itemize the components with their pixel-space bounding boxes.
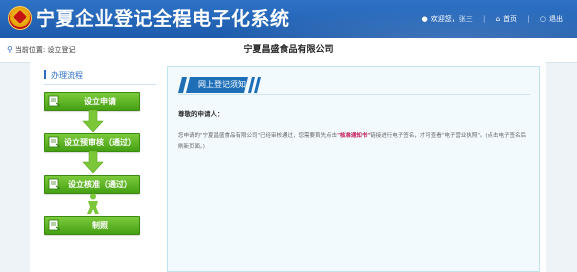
notice-box: 网上登记须知 尊敬的申请人： 您申请的"宁夏昌盛食品有限公司"已经审核通过，您需… [167,66,540,272]
down-arrow-icon [82,151,104,173]
divider: | [527,15,530,23]
flow-step-label: 设立核准（通过） [68,180,132,189]
flow-title: 办理流程 [44,70,83,82]
logout-link[interactable]: ○ 退出 [540,15,563,23]
breadcrumb-current[interactable]: 设立登记 [47,46,75,54]
national-emblem-icon [8,6,32,30]
notice-body-text: 您申请的"宁夏昌盛食品有限公司"已经审核通过，您需要首先点击 [178,133,338,139]
notice-tab: 网上登记须知 [178,77,264,93]
top-header: 宁夏企业登记全程电子化系统 ● 欢迎您，张三 | ⌂ 首页 | ○ 退出 [0,0,577,38]
username: 张三 [458,15,473,23]
header-user-menu: ● 欢迎您，张三 | ⌂ 首页 | ○ 退出 [422,0,563,38]
home-link[interactable]: ⌂ 首页 [496,15,517,23]
flow-step-label: 制照 [92,221,108,230]
flow-step-approval: 设立核准（通过） [44,175,140,194]
approval-notice-link[interactable]: "核准通知书" [337,133,370,139]
notice-body: 您申请的"宁夏昌盛食品有限公司"已经审核通过，您需要首先点击"核准通知书"链接进… [178,131,528,153]
home-icon: ⌂ [495,15,501,23]
divider: | [483,15,486,23]
flow-title-underline [44,84,156,85]
main-panel: 办理流程 设立申请 设立预审核（通过） 设立核准（通过） 制照 网上登记须知 尊… [30,62,546,272]
person-icon [87,193,99,214]
home-label: 首页 [503,15,518,23]
notice-tab-label: 网上登记须知 [198,80,246,89]
flow-step-license: 制照 [44,216,140,235]
location-pin-icon: ⚲ [7,45,13,54]
flow-step-label: 设立申请 [84,97,116,106]
company-name: 宁夏昌盛食品有限公司 [243,45,334,55]
user-icon: ● [421,15,428,23]
flow-step-apply: 设立申请 [44,92,140,111]
notice-divider [178,94,530,95]
app-title: 宁夏企业登记全程电子化系统 [36,8,290,30]
flow-step-label: 设立预审核（通过） [64,138,136,147]
logout-label: 退出 [549,15,563,23]
breadcrumb-bar: ⚲ 当前位置: 设立登记 宁夏昌盛食品有限公司 [0,38,577,63]
breadcrumb: ⚲ 当前位置: 设立登记 [7,38,75,62]
welcome-text: 欢迎您， [430,15,459,23]
breadcrumb-prefix: 当前位置: [14,46,46,54]
flow-step-pre-review: 设立预审核（通过） [44,133,140,152]
notice-greeting: 尊敬的申请人： [178,110,224,118]
power-icon: ○ [539,15,546,23]
down-arrow-icon [82,110,104,132]
